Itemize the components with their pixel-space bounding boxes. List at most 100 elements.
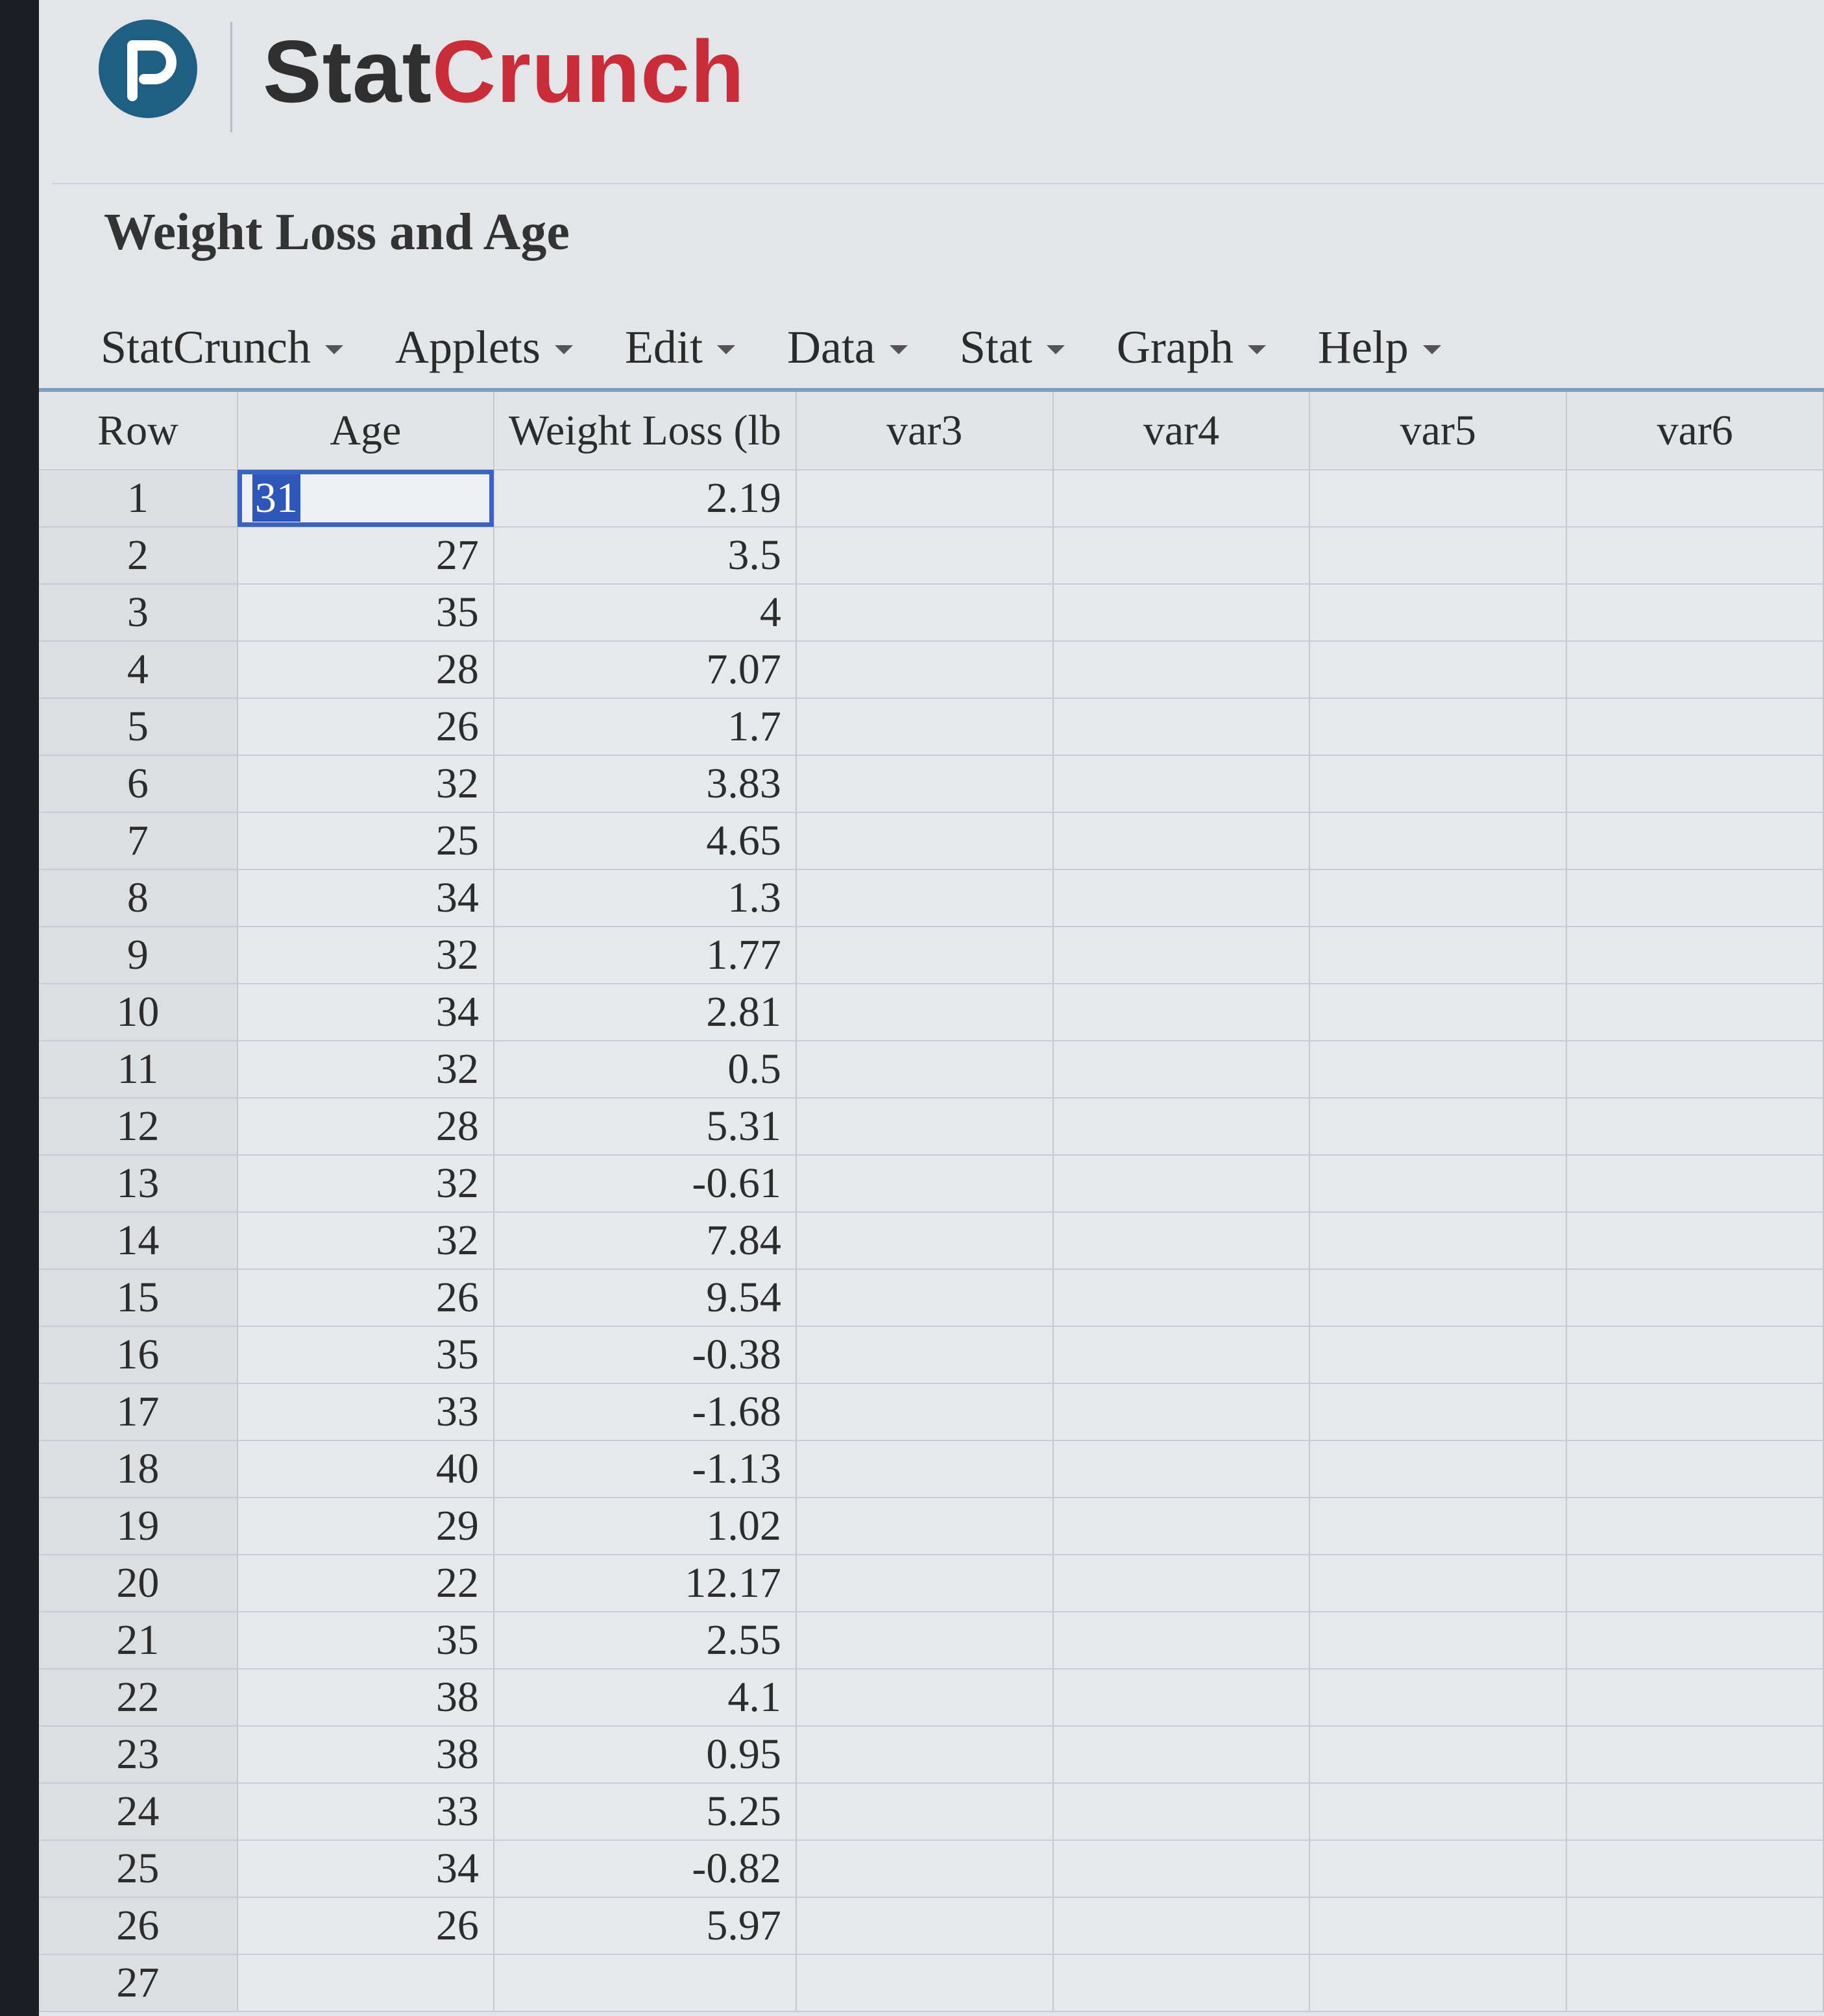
cell-var3[interactable] bbox=[796, 1269, 1054, 1327]
cell-var5[interactable] bbox=[1309, 1669, 1568, 1727]
cell-weight-loss[interactable]: 0.5 bbox=[493, 1041, 797, 1099]
cell-weight-loss[interactable]: 4 bbox=[493, 584, 797, 642]
row-number[interactable]: 10 bbox=[39, 984, 238, 1041]
cell-age[interactable]: 35 bbox=[237, 1326, 494, 1384]
row-number[interactable]: 9 bbox=[39, 927, 238, 984]
row-number[interactable]: 11 bbox=[39, 1041, 238, 1099]
row-number[interactable]: 18 bbox=[39, 1440, 238, 1498]
cell-var5[interactable] bbox=[1309, 1726, 1568, 1784]
cell-var5[interactable] bbox=[1309, 1612, 1568, 1670]
cell-age[interactable]: 34 bbox=[237, 984, 494, 1041]
cell-var6[interactable] bbox=[1566, 1612, 1824, 1670]
cell-var6[interactable] bbox=[1566, 1954, 1824, 2012]
cell-var4[interactable] bbox=[1052, 1897, 1311, 1955]
cell-var6[interactable] bbox=[1566, 1383, 1824, 1441]
row-number[interactable]: 17 bbox=[39, 1383, 238, 1441]
cell-var4[interactable] bbox=[1052, 527, 1311, 585]
row-number[interactable]: 20 bbox=[39, 1555, 238, 1612]
cell-age[interactable]: 32 bbox=[237, 1041, 494, 1099]
cell-var5[interactable] bbox=[1309, 1498, 1568, 1555]
cell-age[interactable]: 32 bbox=[237, 755, 494, 813]
cell-var3[interactable] bbox=[796, 984, 1054, 1041]
cell-age[interactable]: 29 bbox=[237, 1498, 494, 1555]
cell-var3[interactable] bbox=[796, 812, 1054, 870]
cell-var4[interactable] bbox=[1052, 984, 1311, 1041]
row-number[interactable]: 19 bbox=[39, 1498, 238, 1555]
cell-var6[interactable] bbox=[1566, 984, 1824, 1041]
menu-stat[interactable]: Stat bbox=[960, 311, 1065, 383]
cell-weight-loss[interactable]: 1.3 bbox=[493, 869, 797, 927]
row-number[interactable]: 1 bbox=[39, 470, 238, 528]
cell-weight-loss[interactable]: 7.07 bbox=[493, 641, 797, 699]
cell-weight-loss[interactable]: 4.1 bbox=[493, 1669, 797, 1727]
row-number[interactable]: 25 bbox=[39, 1840, 238, 1898]
cell-var4[interactable] bbox=[1052, 1269, 1311, 1327]
cell-var6[interactable] bbox=[1566, 1840, 1824, 1898]
cell-var5[interactable] bbox=[1309, 470, 1568, 528]
cell-age[interactable]: 28 bbox=[237, 1098, 494, 1156]
cell-var3[interactable] bbox=[796, 1041, 1054, 1099]
cell-age[interactable]: 35 bbox=[237, 1612, 494, 1670]
cell-var6[interactable] bbox=[1566, 1498, 1824, 1555]
cell-age[interactable]: 28 bbox=[237, 641, 494, 699]
cell-var6[interactable] bbox=[1566, 584, 1824, 642]
cell-var3[interactable] bbox=[796, 1326, 1054, 1384]
cell-var4[interactable] bbox=[1052, 1954, 1311, 2012]
cell-var5[interactable] bbox=[1309, 1555, 1568, 1612]
menu-data[interactable]: Data bbox=[787, 311, 908, 383]
cell-var3[interactable] bbox=[796, 1726, 1054, 1784]
cell-age[interactable]: 34 bbox=[237, 869, 494, 927]
cell-var4[interactable] bbox=[1052, 1783, 1311, 1841]
cell-weight-loss[interactable]: 3.5 bbox=[493, 527, 797, 585]
row-number[interactable]: 26 bbox=[39, 1897, 238, 1955]
cell-var6[interactable] bbox=[1566, 1669, 1824, 1727]
cell-age[interactable]: 26 bbox=[237, 1897, 494, 1955]
cell-var4[interactable] bbox=[1052, 698, 1311, 756]
cell-age[interactable]: 32 bbox=[237, 927, 494, 984]
cell-weight-loss[interactable]: -1.68 bbox=[493, 1383, 797, 1441]
cell-age[interactable]: 33 bbox=[237, 1783, 494, 1841]
cell-var3[interactable] bbox=[796, 1612, 1054, 1670]
cell-var5[interactable] bbox=[1309, 755, 1568, 813]
row-number[interactable]: 22 bbox=[39, 1669, 238, 1727]
cell-var3[interactable] bbox=[796, 698, 1054, 756]
cell-var3[interactable] bbox=[796, 1669, 1054, 1727]
cell-var3[interactable] bbox=[796, 584, 1054, 642]
row-number[interactable]: 15 bbox=[39, 1269, 238, 1327]
cell-var5[interactable] bbox=[1309, 1897, 1568, 1955]
cell-var4[interactable] bbox=[1052, 1840, 1311, 1898]
cell-var5[interactable] bbox=[1309, 698, 1568, 756]
cell-age[interactable]: 26 bbox=[237, 698, 494, 756]
row-number[interactable]: 3 bbox=[39, 584, 238, 642]
row-number[interactable]: 5 bbox=[39, 698, 238, 756]
cell-var5[interactable] bbox=[1309, 812, 1568, 870]
cell-var6[interactable] bbox=[1566, 869, 1824, 927]
cell-var5[interactable] bbox=[1309, 1098, 1568, 1156]
cell-weight-loss[interactable]: 4.65 bbox=[493, 812, 797, 870]
cell-var4[interactable] bbox=[1052, 1041, 1311, 1099]
cell-weight-loss[interactable]: 2.19 bbox=[493, 470, 797, 528]
menu-graph[interactable]: Graph bbox=[1117, 311, 1266, 383]
cell-age[interactable]: 34 bbox=[237, 1840, 494, 1898]
menu-statcrunch[interactable]: StatCrunch bbox=[101, 311, 343, 383]
cell-var3[interactable] bbox=[796, 1555, 1054, 1612]
cell-var3[interactable] bbox=[796, 1212, 1054, 1270]
column-header-weight-loss[interactable]: Weight Loss (lb bbox=[493, 392, 797, 470]
cell-weight-loss[interactable]: 5.31 bbox=[493, 1098, 797, 1156]
cell-var4[interactable] bbox=[1052, 584, 1311, 642]
cell-var6[interactable] bbox=[1566, 527, 1824, 585]
cell-var3[interactable] bbox=[796, 869, 1054, 927]
cell-age[interactable]: 38 bbox=[237, 1726, 494, 1784]
cell-var5[interactable] bbox=[1309, 527, 1568, 585]
cell-weight-loss[interactable]: 1.77 bbox=[493, 927, 797, 984]
cell-age[interactable]: 32 bbox=[237, 1155, 494, 1213]
cell-weight-loss[interactable]: -0.82 bbox=[493, 1840, 797, 1898]
cell-var4[interactable] bbox=[1052, 1155, 1311, 1213]
row-number[interactable]: 8 bbox=[39, 869, 238, 927]
cell-var4[interactable] bbox=[1052, 755, 1311, 813]
cell-var6[interactable] bbox=[1566, 641, 1824, 699]
cell-var6[interactable] bbox=[1566, 812, 1824, 870]
cell-age[interactable]: 26 bbox=[237, 1269, 494, 1327]
cell-var5[interactable] bbox=[1309, 1212, 1568, 1270]
cell-var6[interactable] bbox=[1566, 755, 1824, 813]
